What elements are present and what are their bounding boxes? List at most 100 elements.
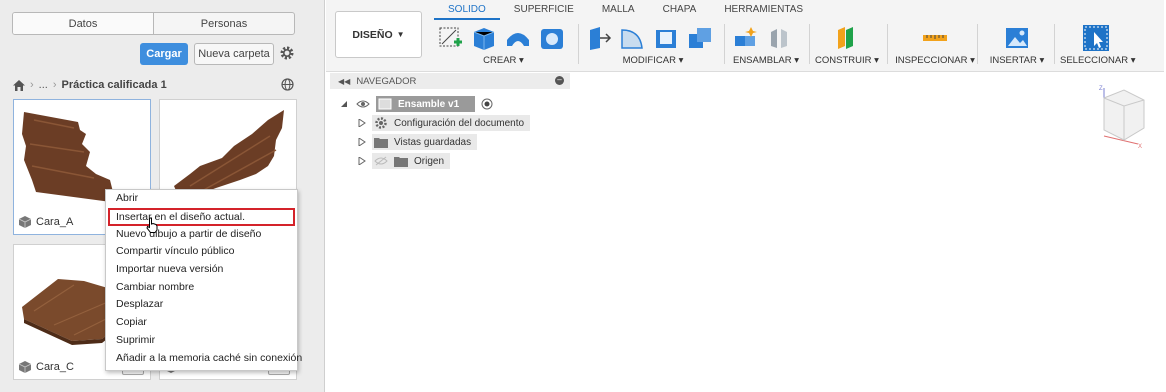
tab-chapa[interactable]: CHAPA xyxy=(649,2,711,20)
hand-cursor-icon xyxy=(146,217,158,233)
gear-icon xyxy=(375,117,387,129)
hole-icon[interactable] xyxy=(538,24,566,52)
globe-icon[interactable] xyxy=(281,78,294,91)
combine-icon[interactable] xyxy=(686,24,714,52)
press-pull-icon[interactable] xyxy=(584,24,612,52)
menu-item-compartir[interactable]: Compartir vínculo público xyxy=(106,243,297,261)
measure-icon[interactable] xyxy=(921,24,949,52)
card-name: Cara_A xyxy=(36,216,74,228)
menu-item-cache[interactable]: Añadir a la memoria caché sin conexión xyxy=(106,350,302,368)
tree-node-label: Vistas guardadas xyxy=(394,136,472,148)
extrude-icon[interactable] xyxy=(470,24,498,52)
double-chevron-icon[interactable]: ◀◀ xyxy=(338,77,350,86)
view-cube[interactable]: Z X xyxy=(1088,84,1148,150)
tree-node[interactable]: Vistas guardadas xyxy=(372,134,478,150)
tree-node-label: Origen xyxy=(414,155,445,167)
group-label-crear[interactable]: CREAR ▾ xyxy=(436,55,571,66)
tab-malla[interactable]: MALLA xyxy=(588,2,649,20)
group-ensamblar: ENSAMBLAR ▾ xyxy=(731,22,801,68)
tree-item[interactable]: Vistas guardadas xyxy=(358,134,478,150)
toolbar-tabs: SOLIDO SUPERFICIE MALLA CHAPA HERRAMIENT… xyxy=(434,2,817,20)
tree-item[interactable]: Origen xyxy=(358,153,451,169)
menu-item-copiar[interactable]: Copiar xyxy=(106,314,297,332)
tree-item[interactable]: Configuración del documento xyxy=(358,115,531,131)
toolbar: DISEÑO ▼ SOLIDO SUPERFICIE MALLA CHAPA H… xyxy=(326,0,1164,72)
group-label-inspeccionar[interactable]: INSPECCIONAR ▾ xyxy=(894,55,976,66)
svg-text:X: X xyxy=(1138,144,1142,150)
new-folder-button[interactable]: Nueva carpeta xyxy=(194,43,274,65)
group-crear: CREAR ▾ xyxy=(436,22,571,68)
toolbar-divider xyxy=(809,24,810,64)
expand-down-icon[interactable] xyxy=(340,100,348,108)
cube-icon xyxy=(19,361,31,373)
menu-item-nuevo-dibujo[interactable]: Nuevo dibujo a partir de diseño xyxy=(106,226,297,244)
root-node-label: Ensamble v1 xyxy=(398,98,460,110)
menu-item-cambiar-nombre[interactable]: Cambiar nombre xyxy=(106,279,297,297)
shell-icon[interactable] xyxy=(652,24,680,52)
collapse-icon[interactable]: – xyxy=(555,76,564,85)
select-icon[interactable] xyxy=(1082,24,1110,52)
tab-datos[interactable]: Datos xyxy=(13,13,154,34)
group-seleccionar: SELECCIONAR ▾ xyxy=(1060,22,1136,68)
panel-tabs: Datos Personas xyxy=(12,12,295,35)
group-construir: CONSTRUIR ▾ xyxy=(815,22,879,68)
navigator-header[interactable]: ◀◀ NAVEGADOR – xyxy=(330,73,570,89)
svg-text:Z: Z xyxy=(1099,86,1103,92)
tree-node-label: Configuración del documento xyxy=(394,117,525,129)
fillet-icon[interactable] xyxy=(618,24,646,52)
group-label-ensamblar[interactable]: ENSAMBLAR ▾ xyxy=(731,55,801,66)
menu-item-desplazar[interactable]: Desplazar xyxy=(106,296,297,314)
tree-root[interactable]: Ensamble v1 xyxy=(340,96,493,112)
group-label-modificar[interactable]: MODIFICAR ▾ xyxy=(584,55,722,66)
expand-right-icon[interactable] xyxy=(358,138,366,146)
offset-plane-icon[interactable] xyxy=(833,24,861,52)
folder-icon xyxy=(394,157,408,167)
cube-icon xyxy=(19,216,31,228)
eye-hidden-icon[interactable] xyxy=(374,156,388,166)
workspace-label: DISEÑO xyxy=(352,28,393,41)
menu-item-suprimir[interactable]: Suprimir xyxy=(106,332,297,350)
gear-icon[interactable] xyxy=(279,45,295,61)
breadcrumb-chevron-icon: › xyxy=(30,79,34,91)
menu-item-insertar[interactable]: Insertar en el diseño actual. xyxy=(108,207,295,226)
tree-node[interactable]: Origen xyxy=(372,153,451,169)
context-menu: Abrir Insertar en el diseño actual. Nuev… xyxy=(105,189,302,371)
breadcrumb: › ... › Práctica calificada 1 xyxy=(13,78,293,92)
workspace-switcher[interactable]: DISEÑO ▼ xyxy=(335,11,422,58)
tab-superficie[interactable]: SUPERFICIE xyxy=(500,2,588,20)
joint-icon[interactable] xyxy=(765,24,793,52)
group-insertar: INSERTAR ▾ xyxy=(983,22,1051,68)
upload-button[interactable]: Cargar xyxy=(140,43,188,65)
card-label: Cara_C xyxy=(19,361,74,373)
root-node[interactable]: Ensamble v1 xyxy=(376,96,476,112)
assembly-icon xyxy=(378,98,392,110)
tab-herramientas[interactable]: HERRAMIENTAS xyxy=(710,2,817,20)
insert-image-icon[interactable] xyxy=(1003,24,1031,52)
folder-icon xyxy=(374,138,388,148)
breadcrumb-title: Práctica calificada 1 xyxy=(61,79,167,91)
revolve-icon[interactable] xyxy=(504,24,532,52)
toolbar-divider xyxy=(724,24,725,64)
tab-solido[interactable]: SOLIDO xyxy=(434,2,500,20)
group-inspeccionar: INSPECCIONAR ▾ xyxy=(894,22,976,68)
eye-icon[interactable] xyxy=(356,99,370,109)
group-label-seleccionar[interactable]: SELECCIONAR ▾ xyxy=(1060,55,1136,66)
breadcrumb-chevron-icon: › xyxy=(52,79,57,91)
group-modificar: MODIFICAR ▾ xyxy=(584,22,722,68)
caret-down-icon: ▼ xyxy=(396,30,405,39)
expand-right-icon[interactable] xyxy=(358,119,366,127)
group-label-insertar[interactable]: INSERTAR ▾ xyxy=(983,55,1051,66)
create-sketch-icon[interactable] xyxy=(436,24,464,52)
tab-personas[interactable]: Personas xyxy=(154,13,294,34)
toolbar-divider xyxy=(887,24,888,64)
menu-item-importar[interactable]: Importar nueva versión xyxy=(106,261,297,279)
expand-right-icon[interactable] xyxy=(358,157,366,165)
toolbar-divider xyxy=(578,24,579,64)
tree-node[interactable]: Configuración del documento xyxy=(372,115,531,131)
breadcrumb-ellipsis[interactable]: ... xyxy=(39,79,48,91)
group-label-construir[interactable]: CONSTRUIR ▾ xyxy=(815,55,879,66)
new-component-icon[interactable] xyxy=(731,24,759,52)
menu-item-abrir[interactable]: Abrir xyxy=(106,190,297,208)
radio-icon[interactable] xyxy=(481,98,493,110)
home-icon[interactable] xyxy=(13,79,25,91)
